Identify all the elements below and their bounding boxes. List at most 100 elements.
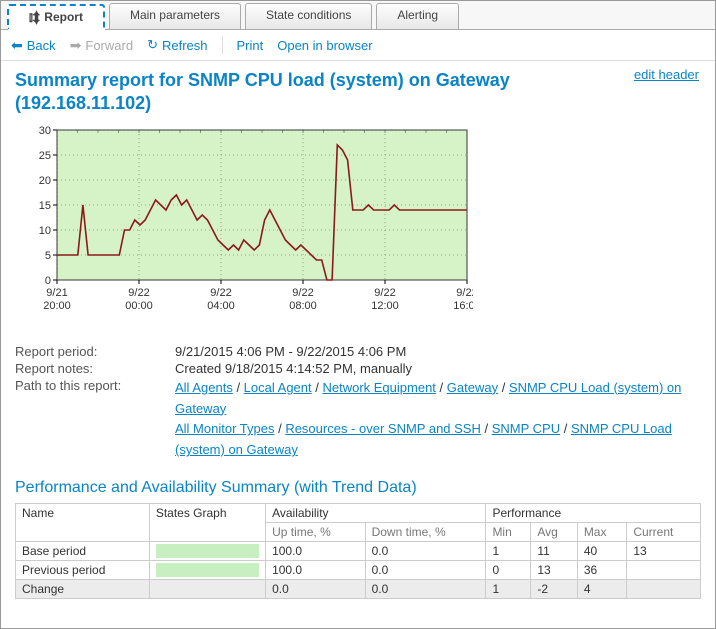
back-button[interactable]: ⬅ Back [11, 38, 56, 53]
th-availability: Availability [266, 503, 486, 522]
meta-period-label: Report period: [15, 344, 175, 359]
meta-path: Path to this report: All Agents / Local … [15, 378, 701, 461]
meta-notes-label: Report notes: [15, 361, 175, 376]
svg-text:5: 5 [45, 250, 51, 262]
svg-text:9/21: 9/21 [46, 287, 67, 299]
path-separator: / [560, 421, 571, 436]
th-down: Down time, % [365, 522, 486, 541]
tab-report-label: Report [44, 10, 83, 24]
table-cell: 11 [531, 541, 577, 560]
open-browser-label: Open in browser [277, 38, 372, 53]
table-cell: 36 [577, 560, 627, 579]
refresh-button[interactable]: ↻ Refresh [147, 37, 207, 53]
section-title: Performance and Availability Summary (wi… [15, 479, 701, 497]
table-row: Base period100.00.01114013 [16, 541, 701, 560]
path-separator: / [498, 380, 509, 395]
svg-text:16:00: 16:00 [453, 300, 473, 312]
svg-text:25: 25 [39, 150, 51, 162]
table-cell: 0 [486, 560, 531, 579]
th-avg: Avg [531, 522, 577, 541]
svg-text:15: 15 [39, 200, 51, 212]
path-separator: / [274, 421, 285, 436]
svg-text:0: 0 [45, 275, 51, 287]
tab-report[interactable]: ⫾⬍ Report [7, 4, 105, 30]
forward-button[interactable]: ➡Forward [70, 38, 133, 53]
chart-container: 0510152025309/2120:009/2200:009/2204:009… [23, 126, 701, 316]
table-cell: 0.0 [266, 579, 366, 598]
table-cell: Change [16, 579, 150, 598]
tab-bar: ⫾⬍ Report Main parameters State condition… [1, 1, 715, 30]
page-title: Summary report for SNMP CPU load (system… [15, 69, 575, 116]
state-bar [156, 563, 259, 577]
svg-text:9/22: 9/22 [128, 287, 149, 299]
svg-text:30: 30 [39, 126, 51, 137]
path-link[interactable]: Resources - over SNMP and SSH [285, 421, 481, 436]
tab-state-cond-label: State conditions [266, 8, 351, 22]
th-states: States Graph [149, 503, 265, 541]
table-cell: 4 [577, 579, 627, 598]
table-cell: 13 [531, 560, 577, 579]
meta-notes-value: Created 9/18/2015 4:14:52 PM, manually [175, 361, 701, 376]
path-separator: / [436, 380, 447, 395]
table-cell: 1 [486, 541, 531, 560]
table-cell: 13 [627, 541, 701, 560]
table-cell: 40 [577, 541, 627, 560]
svg-text:20:00: 20:00 [43, 300, 71, 312]
toolbar: ⬅ Back ➡Forward ↻ Refresh Print Open in br… [1, 30, 715, 61]
svg-text:08:00: 08:00 [289, 300, 317, 312]
path-link[interactable]: Gateway [447, 380, 498, 395]
forward-arrow-icon: ➡ [70, 38, 82, 52]
tab-main-parameters[interactable]: Main parameters [109, 3, 241, 29]
states-graph-cell [149, 560, 265, 579]
path-link[interactable]: Network Equipment [322, 380, 435, 395]
chart-icon: ⫾⬍ [29, 10, 40, 24]
table-cell: Previous period [16, 560, 150, 579]
refresh-icon: ↻ [147, 37, 158, 53]
forward-label: Forward [85, 38, 133, 53]
table-cell: 1 [486, 579, 531, 598]
table-row: Change0.00.01-24 [16, 579, 701, 598]
line-chart: 0510152025309/2120:009/2200:009/2204:009… [23, 126, 473, 316]
table-cell: 100.0 [266, 560, 366, 579]
content-area: edit header Summary report for SNMP CPU … [1, 61, 715, 626]
path-link[interactable]: Local Agent [244, 380, 312, 395]
meta-path-label: Path to this report: [15, 378, 175, 461]
path-separator: / [233, 380, 244, 395]
th-name: Name [16, 503, 150, 541]
tab-main-params-label: Main parameters [130, 8, 220, 22]
table-cell: Base period [16, 541, 150, 560]
meta-path-value: All Agents / Local Agent / Network Equip… [175, 378, 701, 461]
table-cell: 100.0 [266, 541, 366, 560]
tab-state-conditions[interactable]: State conditions [245, 3, 372, 29]
back-label: Back [27, 38, 56, 53]
open-browser-button[interactable]: Open in browser [277, 38, 372, 53]
path-link[interactable]: SNMP CPU [492, 421, 560, 436]
print-label: Print [237, 38, 264, 53]
tab-alerting-label: Alerting [397, 8, 438, 22]
path-link[interactable]: All Agents [175, 380, 233, 395]
states-graph-cell [149, 541, 265, 560]
th-min: Min [486, 522, 531, 541]
path-separator: / [312, 380, 323, 395]
toolbar-divider [222, 36, 223, 54]
table-cell: 0.0 [365, 560, 486, 579]
svg-text:00:00: 00:00 [125, 300, 153, 312]
back-arrow-icon: ⬅ [11, 38, 23, 52]
table-row: Previous period 100.00.001336 [16, 560, 701, 579]
svg-text:9/22: 9/22 [292, 287, 313, 299]
table-cell: -2 [531, 579, 577, 598]
edit-header-link[interactable]: edit header [634, 67, 699, 82]
path-link[interactable]: All Monitor Types [175, 421, 274, 436]
meta-period-value: 9/21/2015 4:06 PM - 9/22/2015 4:06 PM [175, 344, 701, 359]
meta-notes: Report notes: Created 9/18/2015 4:14:52 … [15, 361, 701, 376]
tab-alerting[interactable]: Alerting [376, 3, 459, 29]
print-button[interactable]: Print [237, 38, 264, 53]
th-performance: Performance [486, 503, 701, 522]
meta-period: Report period: 9/21/2015 4:06 PM - 9/22/… [15, 344, 701, 359]
svg-text:9/22: 9/22 [456, 287, 473, 299]
svg-text:9/22: 9/22 [210, 287, 231, 299]
path-separator: / [481, 421, 492, 436]
svg-text:9/22: 9/22 [374, 287, 395, 299]
th-current: Current [627, 522, 701, 541]
refresh-label: Refresh [162, 38, 208, 53]
